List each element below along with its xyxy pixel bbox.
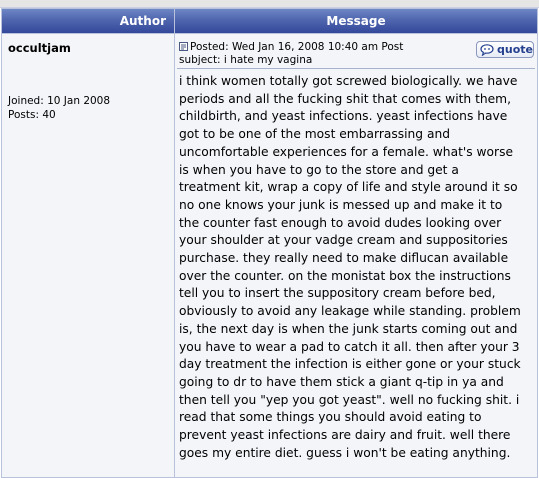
post-body-line: is when you have to go to the store and … xyxy=(179,162,459,177)
post-body-line: got to be one of the most embarrassing a… xyxy=(179,127,451,142)
message-column-header: Message xyxy=(175,9,537,33)
post-body-line: read that some things you should avoid e… xyxy=(179,410,482,425)
post-body-line: then tell you "yep you got yeast". well … xyxy=(179,392,520,407)
post-divider xyxy=(177,68,535,69)
post-body-line: no one knows your junk is messed up and … xyxy=(179,197,503,212)
post-body: i think women totally got screwed biolog… xyxy=(179,73,535,462)
post-body-line: periods and all the fucking shit that co… xyxy=(179,91,511,106)
author-joined-date: Joined: 10 Jan 2008 xyxy=(8,95,111,107)
post-body-line: is, the next day is when the junk starts… xyxy=(179,321,518,336)
author-name[interactable]: occultjam xyxy=(8,41,71,55)
post-body-line: over the counter. on the monistat box th… xyxy=(179,268,511,283)
post-body-line: goes my entire diet. guess i won't be ea… xyxy=(179,445,511,460)
top-strip xyxy=(0,0,539,8)
post-body-line: i think women totally got screwed biolog… xyxy=(179,74,518,88)
forum-page: Author Message occultjam Joined: 10 Jan … xyxy=(0,0,539,478)
post-body-line: you have to wear a pad to catch it all. … xyxy=(179,339,520,354)
speech-bubble-icon xyxy=(480,43,494,56)
author-post-count: Posts: 40 xyxy=(8,109,56,121)
author-column-header: Author xyxy=(2,9,174,33)
post-body-line: childbirth, and yeast infections. yeast … xyxy=(179,109,508,124)
post-header: Posted: Wed Jan 16, 2008 10:40 am Post s… xyxy=(179,41,471,67)
post-body-line: prevent yeast infections are dairy and f… xyxy=(179,428,511,443)
message-panel: Posted: Wed Jan 16, 2008 10:40 am Post s… xyxy=(175,34,537,477)
quote-button[interactable]: quote xyxy=(476,41,534,58)
post-body-line: your shoulder at your vadge cream and su… xyxy=(179,233,508,248)
post-body-line: going to dr to have them stick a giant q… xyxy=(179,374,504,389)
post-body-line: uncomfortable experiences for a female. … xyxy=(179,144,513,159)
post-date-line: Posted: Wed Jan 16, 2008 10:40 am Post xyxy=(190,41,404,53)
post-body-line: purchase. they really need to make diflu… xyxy=(179,251,509,266)
forum-post-table: Author Message occultjam Joined: 10 Jan … xyxy=(1,8,538,478)
post-body-line: the counter fast enough to avoid dudes l… xyxy=(179,215,502,230)
post-body-line: day treatment the infection is either go… xyxy=(179,357,521,372)
quote-button-label: quote xyxy=(497,43,533,56)
author-panel: occultjam Joined: 10 Jan 2008 Posts: 40 xyxy=(2,34,174,477)
post-body-line: obviously to avoid any leakage while sta… xyxy=(179,304,521,319)
author-details: Joined: 10 Jan 2008 Posts: 40 xyxy=(8,94,110,122)
post-row: occultjam Joined: 10 Jan 2008 Posts: 40 … xyxy=(2,34,537,477)
post-body-line: tell you to insert the suppository cream… xyxy=(179,286,496,301)
table-header-row: Author Message xyxy=(2,9,537,33)
post-document-icon[interactable] xyxy=(179,42,188,51)
post-subject-line: subject: i hate my vagina xyxy=(179,54,313,66)
post-body-line: treatment kit, wrap a copy of life and s… xyxy=(179,180,518,195)
